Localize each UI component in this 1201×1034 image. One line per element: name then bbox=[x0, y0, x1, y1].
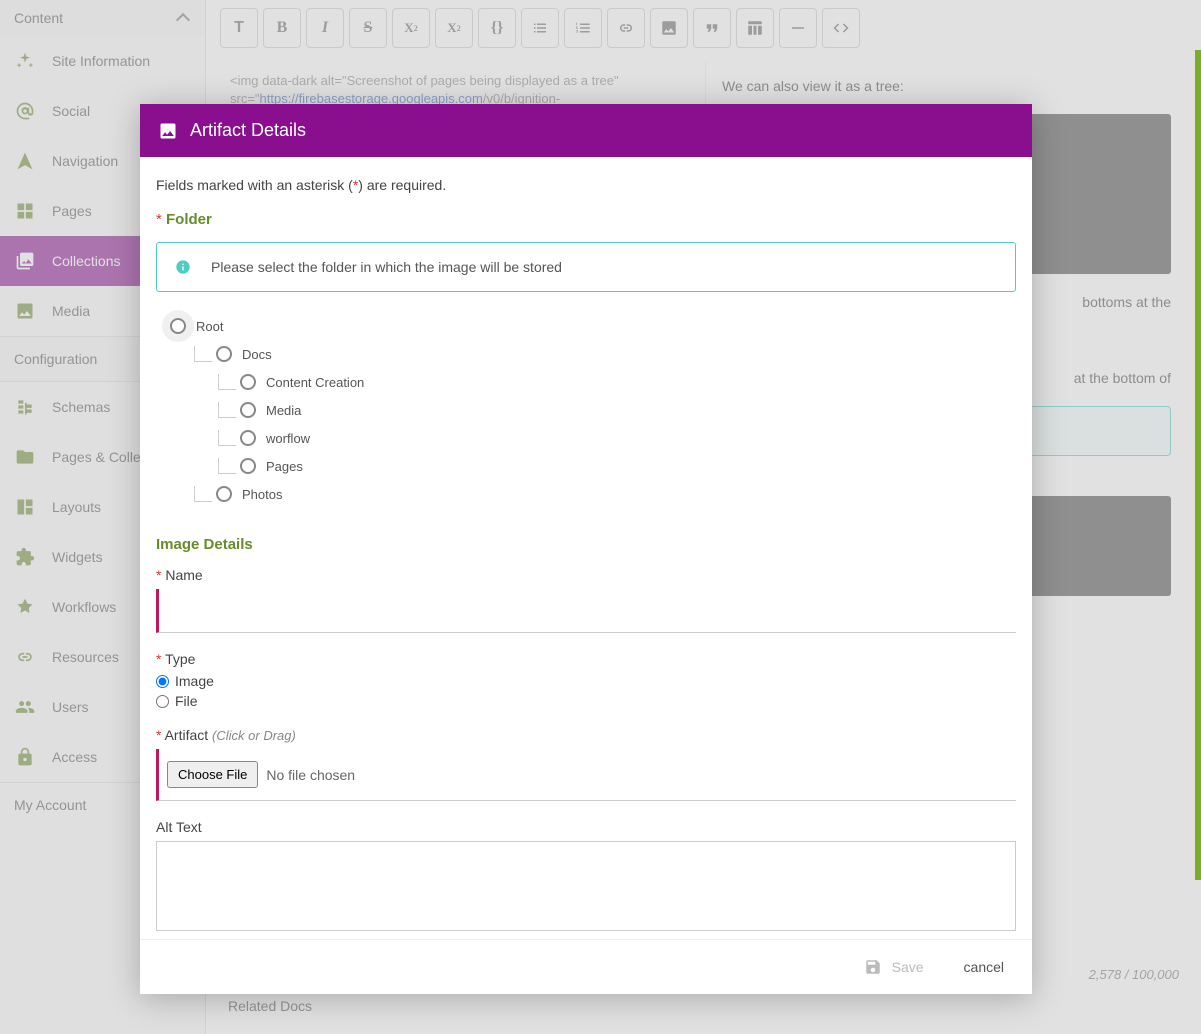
tree-node-photos[interactable]: Photos bbox=[194, 480, 1016, 508]
radio-label: Image bbox=[175, 673, 214, 689]
tree-label: Docs bbox=[242, 347, 272, 362]
radio-icon[interactable] bbox=[240, 430, 256, 446]
tree-label: Root bbox=[196, 319, 223, 334]
choose-file-button[interactable]: Choose File bbox=[167, 761, 258, 788]
name-label: * Name bbox=[156, 567, 1016, 583]
tree-connector bbox=[218, 374, 236, 390]
tree-node-pages[interactable]: Pages bbox=[218, 452, 1016, 480]
tree-label: Content Creation bbox=[266, 375, 364, 390]
radio-icon[interactable] bbox=[240, 374, 256, 390]
file-status: No file chosen bbox=[266, 767, 355, 783]
tree-connector bbox=[218, 430, 236, 446]
modal-title: Artifact Details bbox=[190, 120, 306, 141]
tree-label: Photos bbox=[242, 487, 282, 502]
alt-text-input[interactable] bbox=[156, 841, 1016, 931]
tree-label: Pages bbox=[266, 459, 303, 474]
radio-icon[interactable] bbox=[170, 318, 186, 334]
tree-connector bbox=[194, 346, 212, 362]
artifact-hint: (Click or Drag) bbox=[212, 728, 296, 743]
folder-hint: Please select the folder in which the im… bbox=[156, 242, 1016, 292]
radio-icon[interactable] bbox=[216, 486, 232, 502]
modal-footer: Save cancel bbox=[140, 939, 1032, 994]
image-icon bbox=[158, 121, 178, 141]
save-icon bbox=[864, 958, 882, 976]
folder-tree: Root Docs Content Creation Media bbox=[170, 312, 1016, 508]
tree-label: worflow bbox=[266, 431, 310, 446]
modal-header: Artifact Details bbox=[140, 104, 1032, 157]
scroll-indicator[interactable] bbox=[1195, 50, 1201, 880]
type-file-option[interactable]: File bbox=[156, 693, 1016, 709]
radio-label: File bbox=[175, 693, 198, 709]
hint-text: Please select the folder in which the im… bbox=[211, 259, 562, 275]
type-label: * Type bbox=[156, 651, 1016, 667]
radio-icon[interactable] bbox=[216, 346, 232, 362]
artifact-label: * Artifact (Click or Drag) bbox=[156, 727, 1016, 743]
radio-input[interactable] bbox=[156, 695, 169, 708]
name-input[interactable] bbox=[156, 589, 1016, 633]
file-upload-row[interactable]: Choose File No file chosen bbox=[156, 749, 1016, 801]
radio-input[interactable] bbox=[156, 675, 169, 688]
tree-label: Media bbox=[266, 403, 301, 418]
image-details-section-label: Image Details bbox=[156, 536, 1016, 553]
alt-text-label: Alt Text bbox=[156, 819, 1016, 835]
save-label: Save bbox=[892, 959, 924, 975]
tree-node-workflow[interactable]: worflow bbox=[218, 424, 1016, 452]
tree-node-media[interactable]: Media bbox=[218, 396, 1016, 424]
folder-section-label: * Folder bbox=[156, 211, 1016, 228]
save-button[interactable]: Save bbox=[864, 958, 924, 976]
required-note: Fields marked with an asterisk (*) are r… bbox=[156, 177, 1016, 193]
radio-icon[interactable] bbox=[240, 402, 256, 418]
tree-node-docs[interactable]: Docs bbox=[194, 340, 1016, 368]
info-icon bbox=[175, 259, 191, 275]
tree-node-root[interactable]: Root bbox=[170, 312, 1016, 340]
cancel-button[interactable]: cancel bbox=[964, 959, 1004, 975]
tree-connector bbox=[218, 402, 236, 418]
artifact-details-modal: Artifact Details Fields marked with an a… bbox=[140, 104, 1032, 994]
tree-connector bbox=[218, 458, 236, 474]
tree-connector bbox=[194, 486, 212, 502]
radio-icon[interactable] bbox=[240, 458, 256, 474]
tree-node-content-creation[interactable]: Content Creation bbox=[218, 368, 1016, 396]
type-image-option[interactable]: Image bbox=[156, 673, 1016, 689]
